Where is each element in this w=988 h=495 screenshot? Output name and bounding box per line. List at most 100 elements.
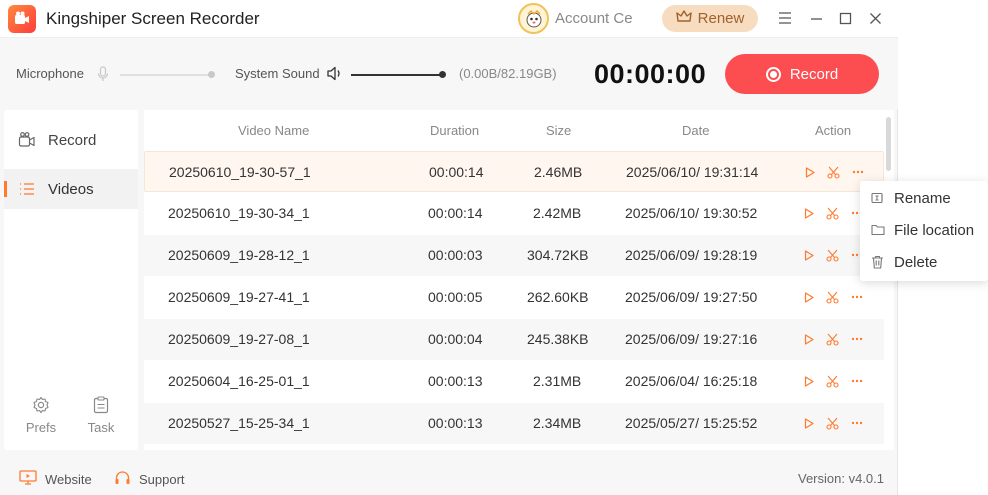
scissors-icon[interactable]	[825, 248, 839, 262]
video-name-cell: 20250610_19-30-57_1	[169, 164, 311, 180]
table-row[interactable]: 20250610_19-30-34_1 00:00:14 2.42MB 2025/06…	[144, 193, 884, 234]
scissors-icon[interactable]	[825, 290, 839, 304]
sidebar-item-videos[interactable]: Videos	[4, 169, 138, 209]
video-name-cell: 20250609_19-28-12_1	[168, 247, 310, 263]
system-sound-slider-handle[interactable]	[439, 71, 446, 78]
play-icon[interactable]	[802, 248, 816, 262]
scissors-icon[interactable]	[825, 332, 839, 346]
clipboard-icon	[93, 396, 109, 419]
video-name-cell: 20250610_19-30-34_1	[168, 205, 310, 221]
renew-label: Renew	[697, 10, 745, 27]
table-row[interactable]: 20250609_19-28-12_1 00:00:03 304.72KB 2025/…	[144, 235, 884, 276]
duration-cell: 00:00:05	[428, 289, 483, 305]
size-cell: 2.31MB	[533, 373, 582, 389]
scissors-icon[interactable]	[825, 416, 839, 430]
headset-icon	[114, 470, 131, 489]
task-label: Task	[87, 420, 115, 435]
play-icon[interactable]	[802, 416, 816, 430]
table-row[interactable]: 20250527_15-25-34_1 00:00:13 2.34MB 2025/05…	[144, 403, 884, 444]
more-icon[interactable]	[851, 165, 865, 179]
app-logo-icon	[8, 5, 36, 33]
context-menu-rename[interactable]: Rename	[860, 184, 988, 212]
microphone-volume-slider[interactable]	[120, 74, 212, 76]
play-icon[interactable]	[802, 290, 816, 304]
sidebar-item-label: Record	[48, 131, 97, 149]
column-header-date[interactable]: Date	[682, 123, 709, 138]
website-label: Website	[45, 471, 92, 487]
more-icon[interactable]	[850, 290, 864, 304]
size-cell: 2.34MB	[533, 415, 582, 431]
context-menu-label: Rename	[894, 189, 951, 207]
close-icon[interactable]	[865, 8, 885, 28]
maximize-icon[interactable]	[835, 8, 855, 28]
storage-indicator: (0.00B/82.19GB)	[459, 66, 557, 81]
context-menu-delete[interactable]: Delete	[860, 248, 988, 276]
task-button[interactable]: Task	[81, 394, 121, 438]
record-dot-icon	[765, 66, 781, 82]
play-icon[interactable]	[803, 165, 817, 179]
menu-icon[interactable]	[775, 8, 795, 28]
size-cell: 2.42MB	[533, 205, 582, 221]
account-center-link[interactable]: Account Ce	[555, 10, 645, 27]
table-scrollbar[interactable]	[886, 117, 891, 171]
speaker-icon[interactable]	[326, 65, 344, 87]
video-name-cell: 20250609_19-27-08_1	[168, 331, 310, 347]
column-header-action: Action	[815, 123, 852, 138]
column-header-video-name[interactable]: Video Name	[238, 123, 309, 138]
table-row[interactable]: 20250604_16-25-01_1 00:00:13 2.31MB 2025/06…	[144, 361, 884, 402]
size-cell: 245.38KB	[527, 331, 589, 347]
play-icon[interactable]	[802, 374, 816, 388]
table-header: Video Name Duration Size Date Action	[144, 110, 894, 150]
app-window: Kingshiper Screen Recorder Account Ce Re…	[0, 0, 898, 495]
column-header-size[interactable]: Size	[546, 123, 571, 138]
prefs-label: Prefs	[25, 420, 57, 435]
scissors-icon[interactable]	[825, 206, 839, 220]
record-camera-icon	[18, 131, 36, 149]
record-button-label: Record	[789, 65, 839, 83]
duration-cell: 00:00:14	[428, 205, 483, 221]
context-menu-file-location[interactable]: File location	[860, 216, 988, 244]
system-sound-volume-slider[interactable]	[351, 74, 443, 76]
table-row[interactable]: 20250609_19-27-41_1 00:00:05 262.60KB 2025/…	[144, 277, 884, 318]
table-row[interactable]: 20250610_19-30-57_1 00:00:14 2.46MB 2025/06…	[144, 151, 884, 192]
list-icon	[18, 180, 36, 198]
duration-cell: 00:00:03	[428, 247, 483, 263]
context-menu-label: Delete	[894, 253, 938, 271]
app-title: Kingshiper Screen Recorder	[46, 9, 260, 28]
website-link[interactable]: Website	[19, 470, 92, 488]
recording-toolbar: Microphone System Sound (0.00B/82.19GB) …	[0, 39, 898, 109]
gear-icon	[32, 396, 50, 419]
more-icon[interactable]	[850, 332, 864, 346]
duration-cell: 00:00:14	[429, 164, 484, 180]
date-cell: 2025/06/09/ 19:28:19	[625, 247, 758, 263]
duration-cell: 00:00:13	[428, 415, 483, 431]
scissors-icon[interactable]	[826, 165, 840, 179]
table-row[interactable]: 20250609_19-27-08_1 00:00:04 245.38KB 2025/…	[144, 319, 884, 360]
date-cell: 2025/05/27/ 15:25:52	[625, 415, 758, 431]
record-button[interactable]: Record	[725, 54, 879, 94]
play-icon[interactable]	[802, 206, 816, 220]
minimize-icon[interactable]	[806, 8, 826, 28]
more-icon[interactable]	[850, 374, 864, 388]
more-icon[interactable]	[850, 416, 864, 430]
scissors-icon[interactable]	[825, 374, 839, 388]
sidebar-item-record[interactable]: Record	[4, 120, 138, 160]
microphone-slider-handle[interactable]	[208, 71, 215, 78]
play-icon[interactable]	[802, 332, 816, 346]
microphone-label: Microphone	[16, 66, 84, 81]
video-name-cell: 20250604_16-25-01_1	[168, 373, 310, 389]
context-menu-label: File location	[894, 221, 975, 239]
microphone-icon[interactable]	[97, 66, 109, 87]
date-cell: 2025/06/10/ 19:31:14	[626, 164, 759, 180]
support-link[interactable]: Support	[114, 470, 185, 489]
size-cell: 2.46MB	[534, 164, 583, 180]
sidebar: Record Videos Prefs Task	[4, 110, 138, 450]
column-header-duration[interactable]: Duration	[430, 123, 479, 138]
renew-button[interactable]: Renew	[662, 5, 758, 32]
account-avatar[interactable]	[518, 3, 549, 34]
prefs-button[interactable]: Prefs	[21, 394, 61, 438]
duration-cell: 00:00:13	[428, 373, 483, 389]
size-cell: 304.72KB	[527, 247, 589, 263]
crown-icon	[675, 9, 692, 28]
video-list-panel: Video Name Duration Size Date Action 202…	[144, 110, 894, 450]
